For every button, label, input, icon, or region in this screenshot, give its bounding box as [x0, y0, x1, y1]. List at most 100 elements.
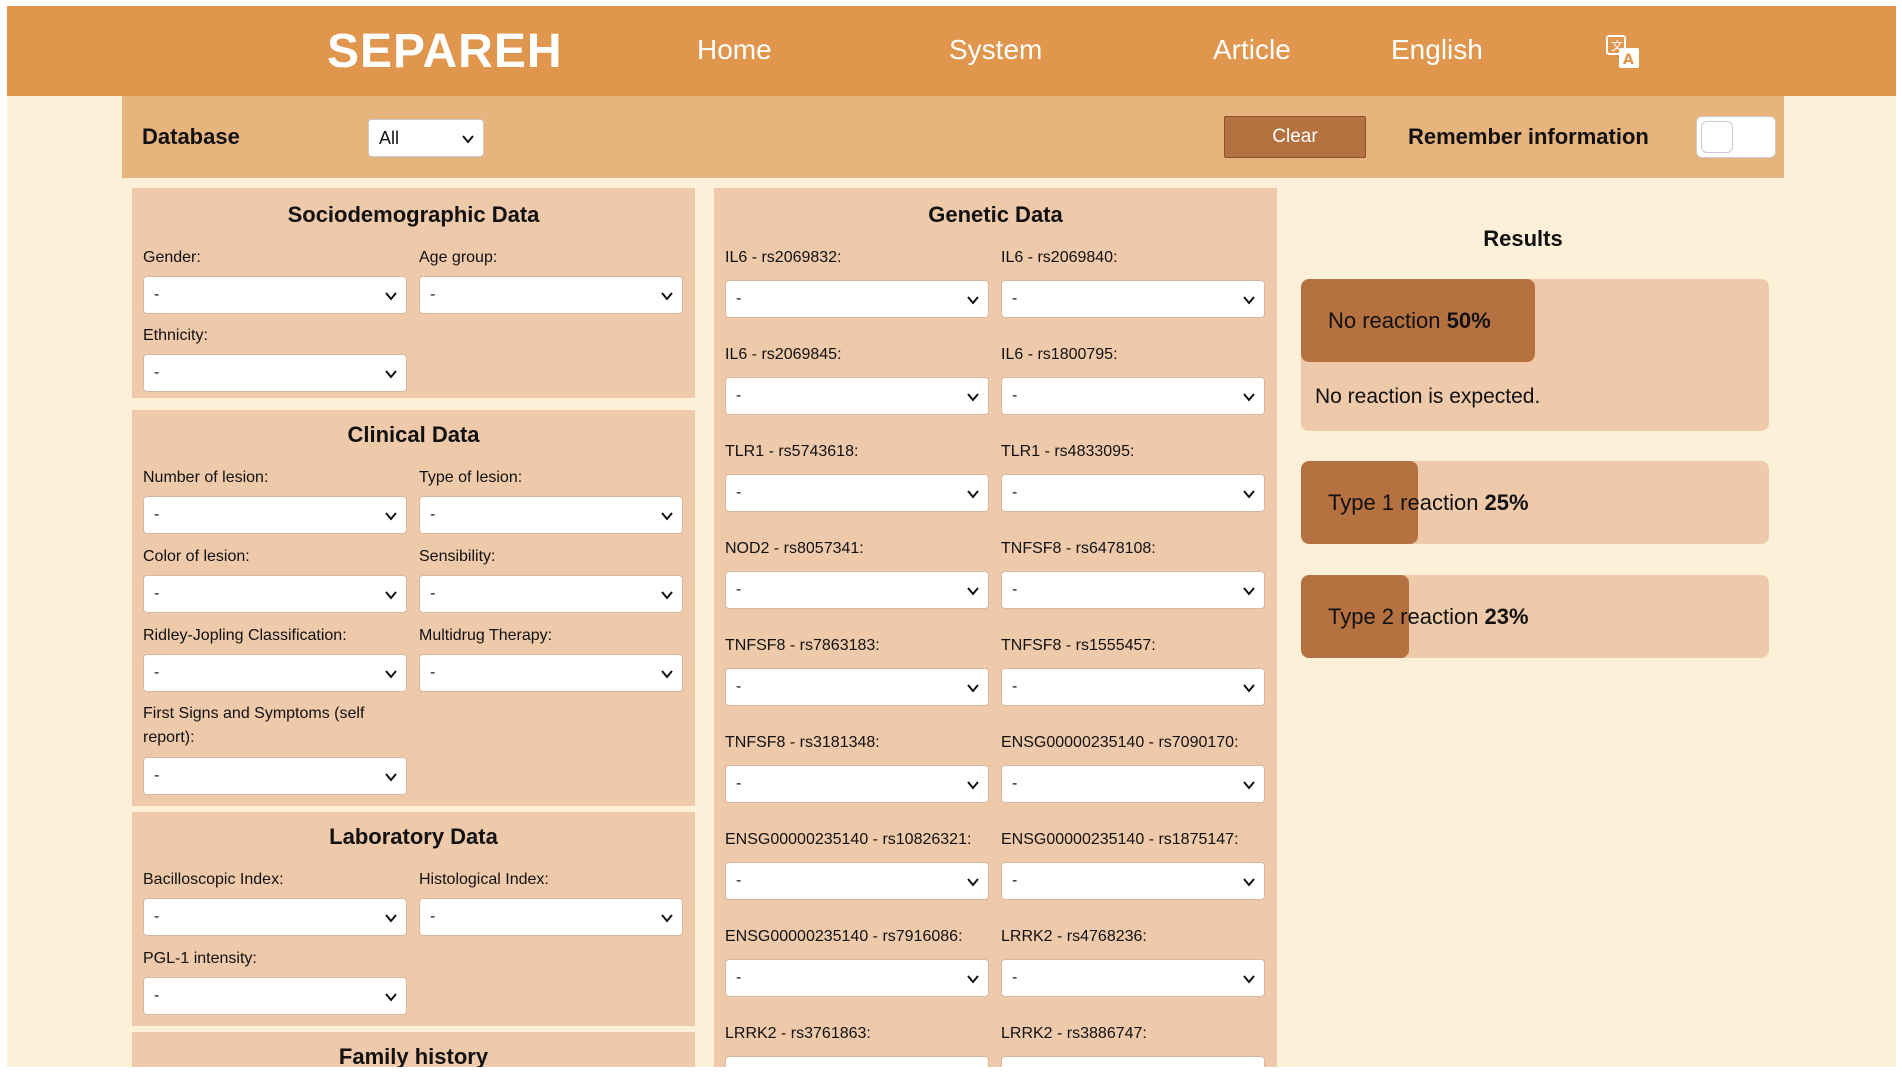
genetic-field-select[interactable]: - — [725, 862, 989, 900]
panel-title: Genetic Data — [928, 202, 1063, 227]
mdt-label: Multidrug Therapy: — [419, 627, 553, 644]
chevron-down-icon — [1243, 296, 1255, 305]
select-value: - — [154, 585, 160, 602]
color-lesion-select[interactable]: - — [143, 575, 407, 613]
genetic-field-label: TNFSF8 - rs1555457: — [1001, 637, 1156, 654]
translate-icon[interactable]: 文 A — [1605, 34, 1641, 70]
genetic-field-select[interactable]: - — [725, 668, 989, 706]
genetic-field-select[interactable]: - — [725, 765, 989, 803]
result-percent: 23% — [1484, 604, 1529, 629]
result-card-no-reaction: No reaction 50% No reaction is expected. — [1301, 279, 1769, 431]
select-value: - — [430, 664, 436, 681]
genetic-field-select[interactable]: - — [725, 571, 989, 609]
pgl-label: PGL-1 intensity: — [143, 950, 257, 967]
type-lesion-select[interactable]: - — [419, 496, 683, 534]
chevron-down-icon — [385, 773, 397, 782]
panel-title: Clinical Data — [347, 422, 480, 447]
chevron-down-icon — [661, 591, 673, 600]
genetic-field-select[interactable]: - — [1001, 862, 1265, 900]
nav-home[interactable]: Home — [697, 34, 772, 66]
panel-family-history: Family history — [132, 1032, 695, 1067]
genetic-field-label: TNFSF8 - rs3181348: — [725, 734, 880, 751]
first-signs-select[interactable]: - — [143, 757, 407, 795]
color-lesion-label: Color of lesion: — [143, 548, 250, 565]
result-percent: 25% — [1484, 490, 1529, 515]
chevron-down-icon — [967, 878, 979, 887]
sensibility-select[interactable]: - — [419, 575, 683, 613]
select-value: - — [154, 506, 160, 523]
svg-text:A: A — [1623, 52, 1634, 68]
genetic-field-label: IL6 - rs2069845: — [725, 346, 842, 363]
panel-title: Family history — [338, 1044, 489, 1067]
remember-toggle[interactable] — [1696, 116, 1776, 158]
select-value: - — [154, 908, 160, 925]
database-select[interactable]: All — [368, 119, 484, 157]
ridley-select[interactable]: - — [143, 654, 407, 692]
nav-system[interactable]: System — [949, 34, 1042, 66]
age-select[interactable]: - — [419, 276, 683, 314]
genetic-field-label: LRRK2 - rs4768236: — [1001, 928, 1147, 945]
select-value: - — [154, 286, 160, 303]
genetic-field-select[interactable]: - — [725, 959, 989, 997]
genetic-field-select[interactable]: - — [1001, 571, 1265, 609]
num-lesion-select[interactable]: - — [143, 496, 407, 534]
select-value: - — [154, 364, 160, 381]
genetic-field-select[interactable]: - — [725, 474, 989, 512]
chevron-down-icon — [967, 684, 979, 693]
select-value: - — [736, 290, 742, 307]
genetic-field-label: NOD2 - rs8057341: — [725, 540, 864, 557]
panel-title: Laboratory Data — [329, 824, 498, 849]
result-name: Type 1 reaction — [1328, 490, 1485, 515]
genetic-field-select[interactable]: - — [725, 377, 989, 415]
chevron-down-icon — [385, 670, 397, 679]
navbar: SEPAREH Home System Article English 文 A — [7, 6, 1896, 96]
nav-article[interactable]: Article — [1213, 34, 1291, 66]
select-value: - — [1012, 678, 1018, 695]
genetic-field-select[interactable]: - — [1001, 1056, 1265, 1067]
remember-label: Remember information — [1408, 124, 1649, 149]
genetic-field-select[interactable]: - — [725, 280, 989, 318]
panel-laboratory: Laboratory Data Bacilloscopic Index: - H… — [132, 812, 695, 1026]
select-value: - — [154, 664, 160, 681]
select-value: - — [1012, 1066, 1017, 1067]
select-value: - — [1012, 387, 1018, 404]
result-name: Type 2 reaction — [1328, 604, 1485, 629]
select-value: - — [1012, 290, 1018, 307]
chevron-down-icon — [1243, 587, 1255, 596]
nav-language[interactable]: English — [1391, 34, 1483, 66]
result-card-type2: Type 2 reaction 23% — [1301, 575, 1769, 658]
genetic-field-label: TNFSF8 - rs7863183: — [725, 637, 880, 654]
chevron-down-icon — [385, 914, 397, 923]
chevron-down-icon — [661, 292, 673, 301]
panel-sociodemographic: Sociodemographic Data Gender: - Age grou… — [132, 188, 695, 398]
num-lesion-label: Number of lesion: — [143, 469, 269, 486]
mdt-select[interactable]: - — [419, 654, 683, 692]
gender-select[interactable]: - — [143, 276, 407, 314]
bacil-select[interactable]: - — [143, 898, 407, 936]
chevron-down-icon — [1243, 684, 1255, 693]
chevron-down-icon — [967, 296, 979, 305]
histo-select[interactable]: - — [419, 898, 683, 936]
select-value: - — [430, 506, 436, 523]
genetic-field-select[interactable]: - — [1001, 280, 1265, 318]
clear-button[interactable]: Clear — [1224, 116, 1366, 158]
select-value: - — [154, 767, 160, 784]
select-value: - — [154, 987, 160, 1004]
select-value: - — [1012, 775, 1018, 792]
ethnicity-label: Ethnicity: — [143, 327, 208, 344]
brand-logo[interactable]: SEPAREH — [327, 24, 563, 79]
genetic-field-select[interactable]: - — [1001, 959, 1265, 997]
genetic-field-label: IL6 - rs2069832: — [725, 249, 842, 266]
genetic-field-select[interactable]: - — [725, 1056, 989, 1067]
pgl-select[interactable]: - — [143, 977, 407, 1015]
genetic-field-select[interactable]: - — [1001, 668, 1265, 706]
genetic-field-label: LRRK2 - rs3886747: — [1001, 1025, 1147, 1042]
ethnicity-select[interactable]: - — [143, 354, 407, 392]
chevron-down-icon — [385, 512, 397, 521]
first-signs-label-line2: report): — [143, 729, 195, 746]
genetic-field-select[interactable]: - — [1001, 765, 1265, 803]
select-value: - — [736, 1066, 741, 1067]
select-value: - — [430, 286, 436, 303]
genetic-field-select[interactable]: - — [1001, 377, 1265, 415]
genetic-field-select[interactable]: - — [1001, 474, 1265, 512]
